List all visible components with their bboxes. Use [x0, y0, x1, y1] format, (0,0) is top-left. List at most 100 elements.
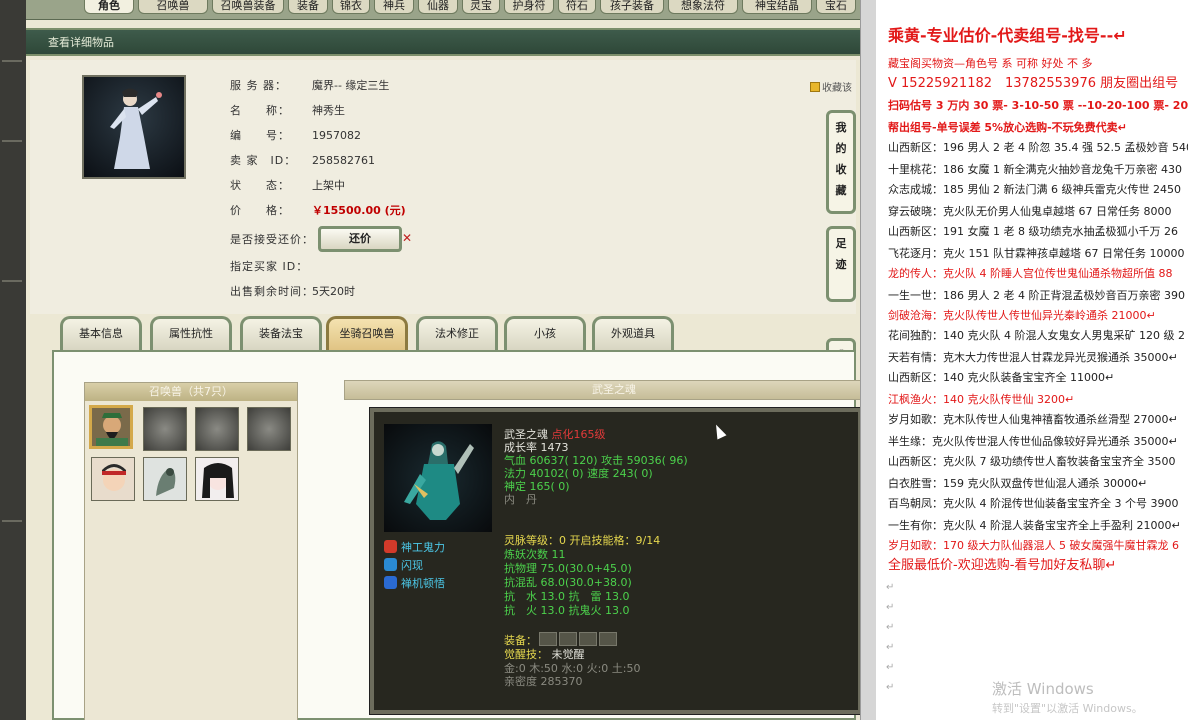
- top-tab[interactable]: 宝石: [816, 0, 856, 14]
- pet-slot[interactable]: [247, 407, 291, 451]
- paragraph-mark: ↵: [886, 642, 895, 653]
- detail-tab[interactable]: 坐骑召唤兽: [326, 316, 408, 350]
- top-tab[interactable]: 召唤兽装备: [212, 0, 284, 14]
- note-line: V 15225921182 13782553976 朋友圈出组号: [888, 76, 1179, 91]
- item-field-value: 上架中: [312, 179, 345, 192]
- equip-slot[interactable]: [599, 632, 617, 646]
- side-button-label: 足迹: [835, 237, 847, 271]
- res-chaos: 抗混乱 68.0(30.0+38.0): [504, 576, 632, 589]
- window-divider[interactable]: [860, 0, 876, 720]
- notes-document: 乘黄-专业估价-代卖组号-找号--↵ 藏宝阁买物资—角色号 系 可称 好处 不 多…: [876, 0, 1188, 720]
- favorite-icon: [810, 82, 820, 92]
- paragraph-mark: ↵: [886, 622, 895, 633]
- note-line: 龙的传人：克火队 4 阶睡人宫位传世鬼仙通杀物超所值 88: [888, 267, 1173, 280]
- item-field-value: ￥15500.00 (元): [312, 204, 406, 217]
- spd-value: 243( 0): [612, 467, 653, 480]
- refine-count: 炼妖次数 11: [504, 548, 566, 561]
- note-line: 山西新区：191 女魔 1 老 8 级功绩克水抽孟极狐小千万 26: [888, 225, 1178, 238]
- skill-2[interactable]: 闪现: [384, 558, 423, 574]
- note-line: 飞花逐月：克火 151 队甘霖神孩卓越塔 67 日常任务 10000: [888, 247, 1185, 260]
- detail-tab[interactable]: 属性抗性: [150, 316, 232, 350]
- side-button-label: 我的收藏: [835, 121, 847, 197]
- top-tab[interactable]: 孩子装备: [600, 0, 664, 14]
- strip-line: [2, 520, 22, 522]
- item-field-label: 出售剩余时间：: [230, 285, 314, 298]
- equip-slot[interactable]: [539, 632, 557, 646]
- top-tab-bar: 角色 召唤兽 召唤兽装备 装备 锦衣 神兵 仙器 灵宝 护身符 符石 孩子装备 想象法符 神宝结晶 宝石: [26, 0, 860, 20]
- top-tab[interactable]: 灵宝: [462, 0, 500, 14]
- item-field-label: 名 称：: [230, 104, 290, 117]
- pet-evolve: 点化165级: [551, 428, 606, 441]
- note-line: 剑破沧海：克火队传世人传世仙异光秦岭通杀 21000↵: [888, 309, 1156, 322]
- item-field: 编 号： 1957082: [230, 128, 361, 144]
- item-field-value: 5天20时: [312, 285, 355, 298]
- equip-slot[interactable]: [579, 632, 597, 646]
- skill-icon: [384, 576, 397, 589]
- pet-portrait: [384, 424, 492, 532]
- top-tab[interactable]: 召唤兽: [138, 0, 208, 14]
- pet-list-header: 召唤兽（共7只）: [85, 383, 297, 401]
- skill-3[interactable]: 禅机顿悟: [384, 576, 445, 592]
- res-phys: 抗物理 75.0(30.0+45.0): [504, 562, 632, 575]
- side-button-favorites[interactable]: 我的收藏: [826, 110, 856, 214]
- note-line: 岁月如歌：170 级大力队仙器混人 5 破女魔强牛魔甘霖龙 6: [888, 539, 1179, 552]
- paragraph-mark: ↵: [886, 682, 895, 693]
- detail-tab-row: 基本信息 属性抗性 装备法宝 坐骑召唤兽 法术修正 小孩 外观道具: [26, 316, 860, 352]
- note-line: 山西新区：140 克火队装备宝宝齐全 11000↵: [888, 371, 1115, 384]
- item-field: 卖 家 ID： 258582761: [230, 153, 375, 169]
- equip-slot[interactable]: [559, 632, 577, 646]
- pet-slot[interactable]: [195, 457, 239, 501]
- awake-level: 灵脉等级：0 开启技能格：9/14: [504, 534, 661, 547]
- res-fire: 抗 火 13.0 抗鬼火 13.0: [504, 604, 630, 617]
- awake-skill-value: 未觉醒: [551, 648, 585, 661]
- detail-tab[interactable]: 小孩: [504, 316, 586, 350]
- note-line: 穿云破晓：克火队无价男人仙鬼卓越塔 67 日常任务 8000: [888, 205, 1172, 218]
- top-tab[interactable]: 锦衣: [332, 0, 370, 14]
- item-field-label: 卖 家 ID：: [230, 154, 297, 167]
- note-line: 半生缘：克火队传世混人传世仙品像较好异光通杀 35000↵: [888, 435, 1178, 448]
- pet-slot[interactable]: [89, 405, 133, 449]
- res-water: 抗 水 13.0 抗 雷 13.0: [504, 590, 630, 603]
- top-tab[interactable]: 神兵: [374, 0, 414, 14]
- spd-label: 速度: [587, 467, 610, 480]
- note-line: 山西新区：196 男人 2 老 4 阶忽 35.4 强 52.5 孟极妙音 54…: [888, 141, 1188, 154]
- pet-slot[interactable]: [143, 407, 187, 451]
- top-tab[interactable]: 符石: [558, 0, 596, 14]
- side-button-history[interactable]: 足迹: [826, 226, 856, 302]
- note-line: 十里桃花：186 女魔 1 新全满克火抽妙音龙兔千万亲密 430: [888, 163, 1182, 176]
- pet-growth: 成长率 1473: [504, 441, 569, 454]
- top-tab[interactable]: 想象法符: [668, 0, 738, 14]
- pet-slot[interactable]: [143, 457, 187, 501]
- note-line: 天若有情：克木大力传世混人甘霖龙异光灵猴通杀 35000↵: [888, 351, 1178, 364]
- detail-tab[interactable]: 外观道具: [592, 316, 674, 350]
- top-tab[interactable]: 神宝结晶: [742, 0, 812, 14]
- top-tab[interactable]: 护身符: [504, 0, 554, 14]
- strip-line: [2, 280, 22, 282]
- note-line: 帮出组号-单号误差 5%放心选购-不玩免费代卖↵: [888, 121, 1127, 134]
- item-field-label: 编 号：: [230, 129, 290, 142]
- close-icon[interactable]: ✕: [402, 231, 412, 245]
- awake-skill-label: 觉醒技：: [504, 648, 548, 661]
- detail-tab[interactable]: 装备法宝: [240, 316, 322, 350]
- top-tab[interactable]: 装备: [288, 0, 328, 14]
- pet-slot[interactable]: [91, 457, 135, 501]
- equip-label: 装备：: [504, 634, 537, 647]
- top-tab[interactable]: 角色: [84, 0, 134, 14]
- detail-tab[interactable]: 法术修正: [416, 316, 498, 350]
- top-tab[interactable]: 仙器: [418, 0, 458, 14]
- item-field-label: 是否接受还价：: [230, 233, 314, 246]
- focus-label: 神定: [504, 480, 526, 493]
- strip-line: [2, 60, 22, 62]
- focus-value: 165( 0): [529, 480, 570, 493]
- detail-tab[interactable]: 基本信息: [60, 316, 142, 350]
- counter-offer-button[interactable]: 还价: [318, 226, 402, 252]
- item-field: 出售剩余时间：5天20时: [230, 284, 355, 300]
- favorite-link[interactable]: 收藏该: [810, 79, 852, 94]
- item-field: 指定买家 ID：: [230, 259, 312, 275]
- pet-detail-header: 武圣之魂: [344, 380, 860, 400]
- pet-slot[interactable]: [195, 407, 239, 451]
- pet-list: 召唤兽（共7只）: [84, 382, 298, 720]
- paragraph-mark: ↵: [886, 662, 895, 673]
- note-line: 全服最低价-欢迎选购-看号加好友私聊↵: [888, 558, 1117, 573]
- skill-1[interactable]: 神工鬼力: [384, 540, 445, 556]
